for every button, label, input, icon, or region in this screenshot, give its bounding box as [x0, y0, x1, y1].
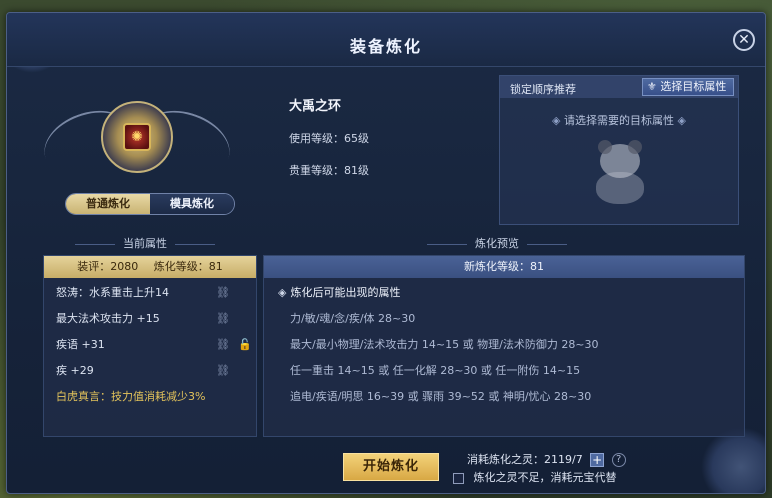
substitute-option: 炼化之灵不足，消耗元宝代替 — [453, 469, 617, 485]
recommend-header: 锁定顺序推荐 ⚜ 选择目标属性 — [500, 76, 738, 98]
lock-icon[interactable]: 🔓 — [238, 339, 252, 351]
attr-row: 疾 +29 ⛓ — [44, 358, 256, 384]
link-icon[interactable]: ⛓ — [216, 287, 230, 299]
recommend-panel: 锁定顺序推荐 ⚜ 选择目标属性 ◈ 请选择需要的目标属性 ◈ — [499, 75, 739, 225]
select-target-label: 选择目标属性 — [660, 80, 727, 93]
panda-ear — [598, 140, 612, 154]
item-icon[interactable]: ✺ — [123, 123, 151, 151]
select-target-button[interactable]: ⚜ 选择目标属性 — [642, 78, 734, 96]
preview-panel: 新炼化等级：81 ◈ 炼化后可能出现的属性 力/敏/魂/念/疾/体 28~30 最… — [263, 255, 745, 437]
diamond-icon: ◈ — [677, 114, 686, 127]
substitute-checkbox[interactable] — [453, 472, 464, 484]
help-icon[interactable]: ? — [611, 453, 626, 467]
equip-score: 装评：2080 — [77, 260, 139, 273]
link-icon[interactable]: ⛓ — [216, 339, 230, 351]
refine-level: 炼化等级：81 — [153, 260, 223, 273]
diamond-icon: ◈ — [278, 286, 287, 299]
corner-ornament — [701, 427, 765, 493]
refine-window: 装备炼化 ✕ ✺ 普通炼化 模具炼化 大禹之环 使用等级：65级 贵重等级：81… — [6, 12, 766, 494]
divider — [427, 243, 467, 245]
target-icon: ⚜ — [647, 80, 661, 93]
divider — [527, 243, 567, 245]
current-attr-header: 装评：2080 炼化等级：81 — [44, 256, 256, 278]
item-name: 大禹之环 — [289, 99, 342, 114]
window-title: 装备炼化 — [349, 37, 422, 56]
attr-row: 怒涛：水系重击上升14 ⛓ — [44, 280, 256, 306]
cost-info: 消耗炼化之灵：2119/7 + ? — [467, 451, 626, 467]
title-bar: 装备炼化 ✕ — [7, 13, 765, 67]
link-icon[interactable]: ⛓ — [216, 365, 230, 377]
preview-title: 炼化预览 — [419, 235, 575, 251]
refine-mode-tabs: 普通炼化 模具炼化 — [65, 193, 235, 215]
diamond-icon: ◈ — [552, 114, 561, 127]
attr-row: 疾语 +31 ⛓ 🔓 — [44, 332, 256, 358]
item-info: 大禹之环 使用等级：65级 贵重等级：81级 — [289, 95, 369, 194]
attr-text: 白虎真言：技力值消耗减少3% — [56, 390, 206, 403]
possible-attrs-header: ◈ 炼化后可能出现的属性 — [264, 280, 744, 306]
new-refine-level: 新炼化等级：81 — [264, 256, 744, 278]
preview-row: 力/敏/魂/念/疾/体 28~30 — [290, 312, 416, 325]
preview-row: 追电/疾语/明思 16~39 或 骤雨 39~52 或 神明/忧心 28~30 — [290, 390, 592, 403]
tab-normal-refine[interactable]: 普通炼化 — [66, 194, 150, 214]
preview-row: 最大/最小物理/法术攻击力 14~15 或 物理/法术防御力 28~30 — [290, 338, 599, 351]
attr-text: 疾语 +31 — [56, 338, 105, 351]
substitute-label: 炼化之灵不足，消耗元宝代替 — [473, 471, 617, 484]
panda-illustration — [580, 136, 660, 208]
current-attributes-panel: 装评：2080 炼化等级：81 怒涛：水系重击上升14 ⛓ 最大法术攻击力 +1… — [43, 255, 257, 437]
link-icon[interactable]: ⛓ — [216, 313, 230, 325]
attr-text: 最大法术攻击力 +15 — [56, 312, 160, 325]
attr-row: 最大法术攻击力 +15 ⛓ — [44, 306, 256, 332]
item-use-level: 使用等级：65级 — [289, 132, 369, 145]
panda-ear — [628, 140, 642, 154]
possible-attrs-text: 炼化后可能出现的属性 — [290, 286, 401, 299]
divider — [175, 243, 215, 245]
close-icon[interactable]: ✕ — [733, 29, 755, 51]
recommend-hint-text: 请选择需要的目标属性 — [564, 114, 674, 127]
recommend-label: 锁定顺序推荐 — [510, 83, 576, 96]
recommend-hint: ◈ 请选择需要的目标属性 ◈ — [500, 112, 738, 128]
attr-row-special: 白虎真言：技力值消耗减少3% — [44, 384, 256, 410]
add-icon[interactable]: + — [590, 453, 605, 467]
divider — [75, 243, 115, 245]
item-rarity-level: 贵重等级：81级 — [289, 164, 369, 177]
attr-text: 疾 +29 — [56, 364, 94, 377]
current-attr-title: 当前属性 — [67, 235, 223, 251]
preview-row: 任一重击 14~15 或 任一化解 28~30 或 任一附伤 14~15 — [290, 364, 581, 377]
start-refine-button[interactable]: 开始炼化 — [343, 453, 439, 481]
current-attr-title-text: 当前属性 — [123, 237, 167, 250]
preview-title-text: 炼化预览 — [475, 237, 519, 250]
tab-mold-refine[interactable]: 模具炼化 — [150, 194, 234, 214]
cost-label: 消耗炼化之灵：2119/7 — [467, 453, 583, 466]
attr-text: 怒涛：水系重击上升14 — [56, 286, 169, 299]
